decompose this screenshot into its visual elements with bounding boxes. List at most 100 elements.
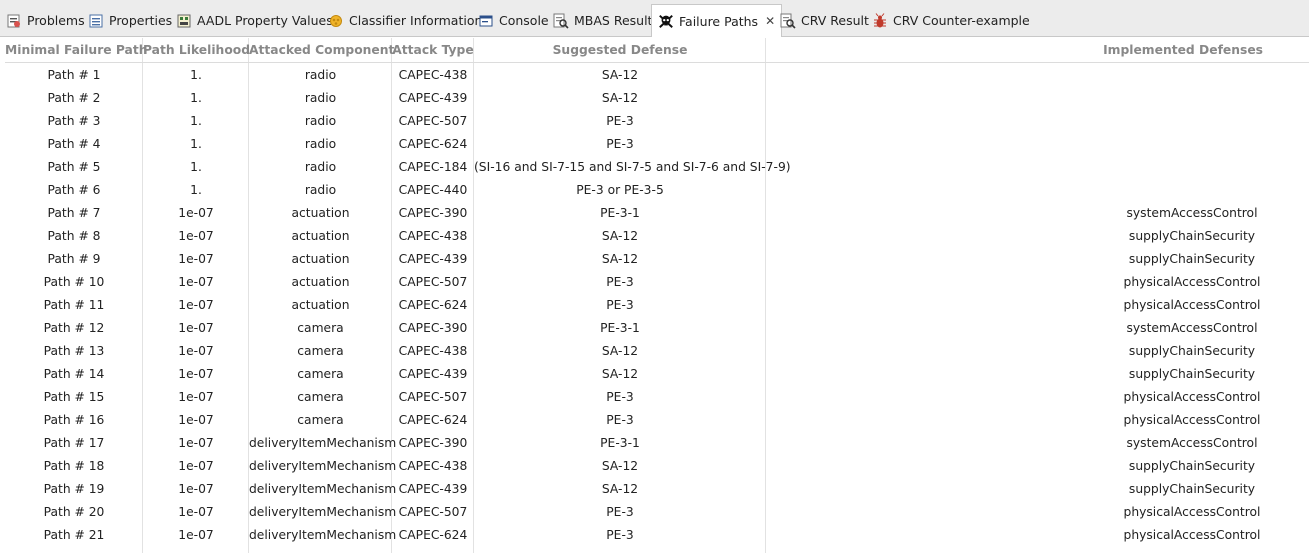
- cell-implemented-defenses: systemAccessControl: [1126, 321, 1258, 335]
- cell-path-likelihood: 1e-07: [178, 482, 214, 496]
- cell-path-likelihood: 1e-07: [178, 436, 214, 450]
- cell-minimal-failure-path: Path # 15: [43, 390, 105, 404]
- cell-minimal-failure-path: Path # 13: [43, 344, 105, 358]
- cell-attacked-component: camera: [297, 390, 344, 404]
- tab-classifier-information[interactable]: Classifier Information: [328, 5, 482, 36]
- cell-suggested-defense: PE-3-1: [600, 206, 640, 220]
- table-row[interactable]: Path # 18 1e-07 deliveryItemMechanism CAPEC…: [5, 455, 1309, 478]
- header-attack-type[interactable]: Attack Type: [392, 38, 474, 63]
- cell-attacked-component: actuation: [291, 252, 350, 266]
- tab-console[interactable]: Console: [478, 5, 549, 36]
- table-row[interactable]: Path # 13 1e-07 camera CAPEC-438 SA-12 supply…: [5, 340, 1309, 363]
- cell-attacked-component: actuation: [291, 206, 350, 220]
- tab-problems[interactable]: Problems: [6, 5, 85, 36]
- table-row[interactable]: Path # 3 1. radio CAPEC-507 PE-3: [5, 110, 1309, 133]
- table-row[interactable]: Path # 8 1e-07 actuation CAPEC-438 SA-12 supp…: [5, 225, 1309, 248]
- cell-attack-type: CAPEC-390: [398, 321, 468, 335]
- table-row[interactable]: Path # 14 1e-07 camera CAPEC-439 SA-12 supply…: [5, 363, 1309, 386]
- cell-suggested-defense: SA-12: [601, 459, 639, 473]
- cell-implemented-defenses: physicalAccessControl: [1123, 505, 1261, 519]
- cell-suggested-defense: PE-3: [606, 298, 634, 312]
- tab-label: Classifier Information: [349, 13, 483, 28]
- mbas-result-icon: [553, 13, 569, 29]
- cell-minimal-failure-path: Path # 14: [43, 367, 105, 381]
- cell-minimal-failure-path: Path # 10: [43, 275, 105, 289]
- cell-suggested-defense: PE-3 or PE-3-5: [576, 183, 664, 197]
- header-implemented-defenses[interactable]: Implemented Defenses: [766, 38, 1309, 63]
- cell-minimal-failure-path: Path # 12: [43, 321, 105, 335]
- cell-implemented-defenses: [1121, 110, 1263, 133]
- tab-label: Problems: [27, 13, 85, 28]
- table-row[interactable]: Path # 10 1e-07 actuation CAPEC-507 PE-3 phys…: [5, 271, 1309, 294]
- cell-path-likelihood: 1e-07: [178, 413, 214, 427]
- tab-crv-result[interactable]: CRV Result: [780, 5, 869, 36]
- cell-attack-type: CAPEC-438: [398, 344, 468, 358]
- table-row[interactable]: Path # 11 1e-07 actuation CAPEC-624 PE-3 phys…: [5, 294, 1309, 317]
- header-path-likelihood[interactable]: Path Likelihood: [143, 38, 250, 63]
- cell-implemented-defenses: [1121, 179, 1263, 202]
- problems-icon: [6, 13, 22, 29]
- cell-path-likelihood: 1.: [190, 114, 202, 128]
- cell-implemented-defenses: physicalAccessControl: [1123, 275, 1261, 289]
- table-row[interactable]: Path # 21 1e-07 deliveryItemMechanism CAPEC…: [5, 524, 1309, 547]
- table-body: Path # 1 1. radio CAPEC-438 SA-12 Path # 2 1. r…: [5, 64, 1309, 547]
- table-row[interactable]: Path # 5 1. radio CAPEC-184 (SI-16 and SI-7-…: [5, 156, 1309, 179]
- cell-minimal-failure-path: Path # 16: [43, 413, 105, 427]
- table-row[interactable]: Path # 7 1e-07 actuation CAPEC-390 PE-3-1 sys…: [5, 202, 1309, 225]
- cell-attack-type: CAPEC-390: [398, 436, 468, 450]
- cell-minimal-failure-path: Path # 18: [43, 459, 105, 473]
- header-minimal-failure-path[interactable]: Minimal Failure Path: [5, 38, 148, 63]
- cell-suggested-defense: PE-3-1: [600, 321, 640, 335]
- cell-attack-type: CAPEC-439: [398, 91, 468, 105]
- cell-suggested-defense: SA-12: [601, 367, 639, 381]
- table-row[interactable]: Path # 4 1. radio CAPEC-624 PE-3: [5, 133, 1309, 156]
- tab-properties[interactable]: Properties: [88, 5, 172, 36]
- header-attacked-component[interactable]: Attacked Component: [249, 38, 394, 63]
- table-row[interactable]: Path # 6 1. radio CAPEC-440 PE-3 or PE-3-5: [5, 179, 1309, 202]
- cell-attacked-component: radio: [304, 68, 337, 82]
- cell-path-likelihood: 1e-07: [178, 367, 214, 381]
- tab-label: MBAS Result: [574, 13, 653, 28]
- skull-icon: [658, 13, 674, 29]
- table-row[interactable]: Path # 12 1e-07 camera CAPEC-390 PE-3-1 syste…: [5, 317, 1309, 340]
- header-suggested-defense[interactable]: Suggested Defense: [474, 38, 766, 63]
- aadl-property-values-icon: [176, 13, 192, 29]
- cell-attacked-component: camera: [297, 413, 344, 427]
- crv-result-icon: [780, 13, 796, 29]
- cell-minimal-failure-path: Path # 1: [47, 68, 101, 82]
- cell-path-likelihood: 1e-07: [178, 321, 214, 335]
- cell-path-likelihood: 1.: [190, 68, 202, 82]
- cell-path-likelihood: 1e-07: [178, 459, 214, 473]
- cell-attack-type: CAPEC-624: [398, 528, 468, 542]
- cell-suggested-defense: SA-12: [601, 91, 639, 105]
- cell-attacked-component: radio: [304, 137, 337, 151]
- tab-failure-paths[interactable]: Failure Paths ✕: [651, 4, 783, 37]
- tab-crv-counter-example[interactable]: CRV Counter-example: [872, 5, 1030, 36]
- cell-attacked-component: deliveryItemMechanism: [249, 459, 397, 473]
- tab-aadl-property-values[interactable]: AADL Property Values: [176, 5, 333, 36]
- cell-attack-type: CAPEC-440: [398, 183, 468, 197]
- cell-suggested-defense: PE-3: [606, 505, 634, 519]
- cell-attacked-component: camera: [297, 321, 344, 335]
- cell-attack-type: CAPEC-507: [398, 114, 468, 128]
- table-row[interactable]: Path # 9 1e-07 actuation CAPEC-439 SA-12 supp…: [5, 248, 1309, 271]
- cell-suggested-defense: PE-3-1: [600, 436, 640, 450]
- cell-attacked-component: camera: [297, 367, 344, 381]
- tab-label: Properties: [109, 13, 173, 28]
- cell-path-likelihood: 1.: [190, 183, 202, 197]
- table-row[interactable]: Path # 19 1e-07 deliveryItemMechanism CAPEC…: [5, 478, 1309, 501]
- table-row[interactable]: Path # 17 1e-07 deliveryItemMechanism CAPEC…: [5, 432, 1309, 455]
- cell-minimal-failure-path: Path # 9: [47, 252, 101, 266]
- table-row[interactable]: Path # 20 1e-07 deliveryItemMechanism CAPEC…: [5, 501, 1309, 524]
- table-row[interactable]: Path # 2 1. radio CAPEC-439 SA-12: [5, 87, 1309, 110]
- tab-mbas-result[interactable]: MBAS Result: [553, 5, 652, 36]
- table-row[interactable]: Path # 16 1e-07 camera CAPEC-624 PE-3 physica…: [5, 409, 1309, 432]
- cell-minimal-failure-path: Path # 2: [47, 91, 101, 105]
- cell-attack-type: CAPEC-439: [398, 482, 468, 496]
- tab-label: AADL Property Values: [197, 13, 333, 28]
- cell-attacked-component: deliveryItemMechanism: [249, 505, 397, 519]
- cell-suggested-defense: PE-3: [606, 390, 634, 404]
- table-row[interactable]: Path # 15 1e-07 camera CAPEC-507 PE-3 physica…: [5, 386, 1309, 409]
- close-icon[interactable]: ✕: [765, 14, 775, 28]
- table-row[interactable]: Path # 1 1. radio CAPEC-438 SA-12: [5, 64, 1309, 87]
